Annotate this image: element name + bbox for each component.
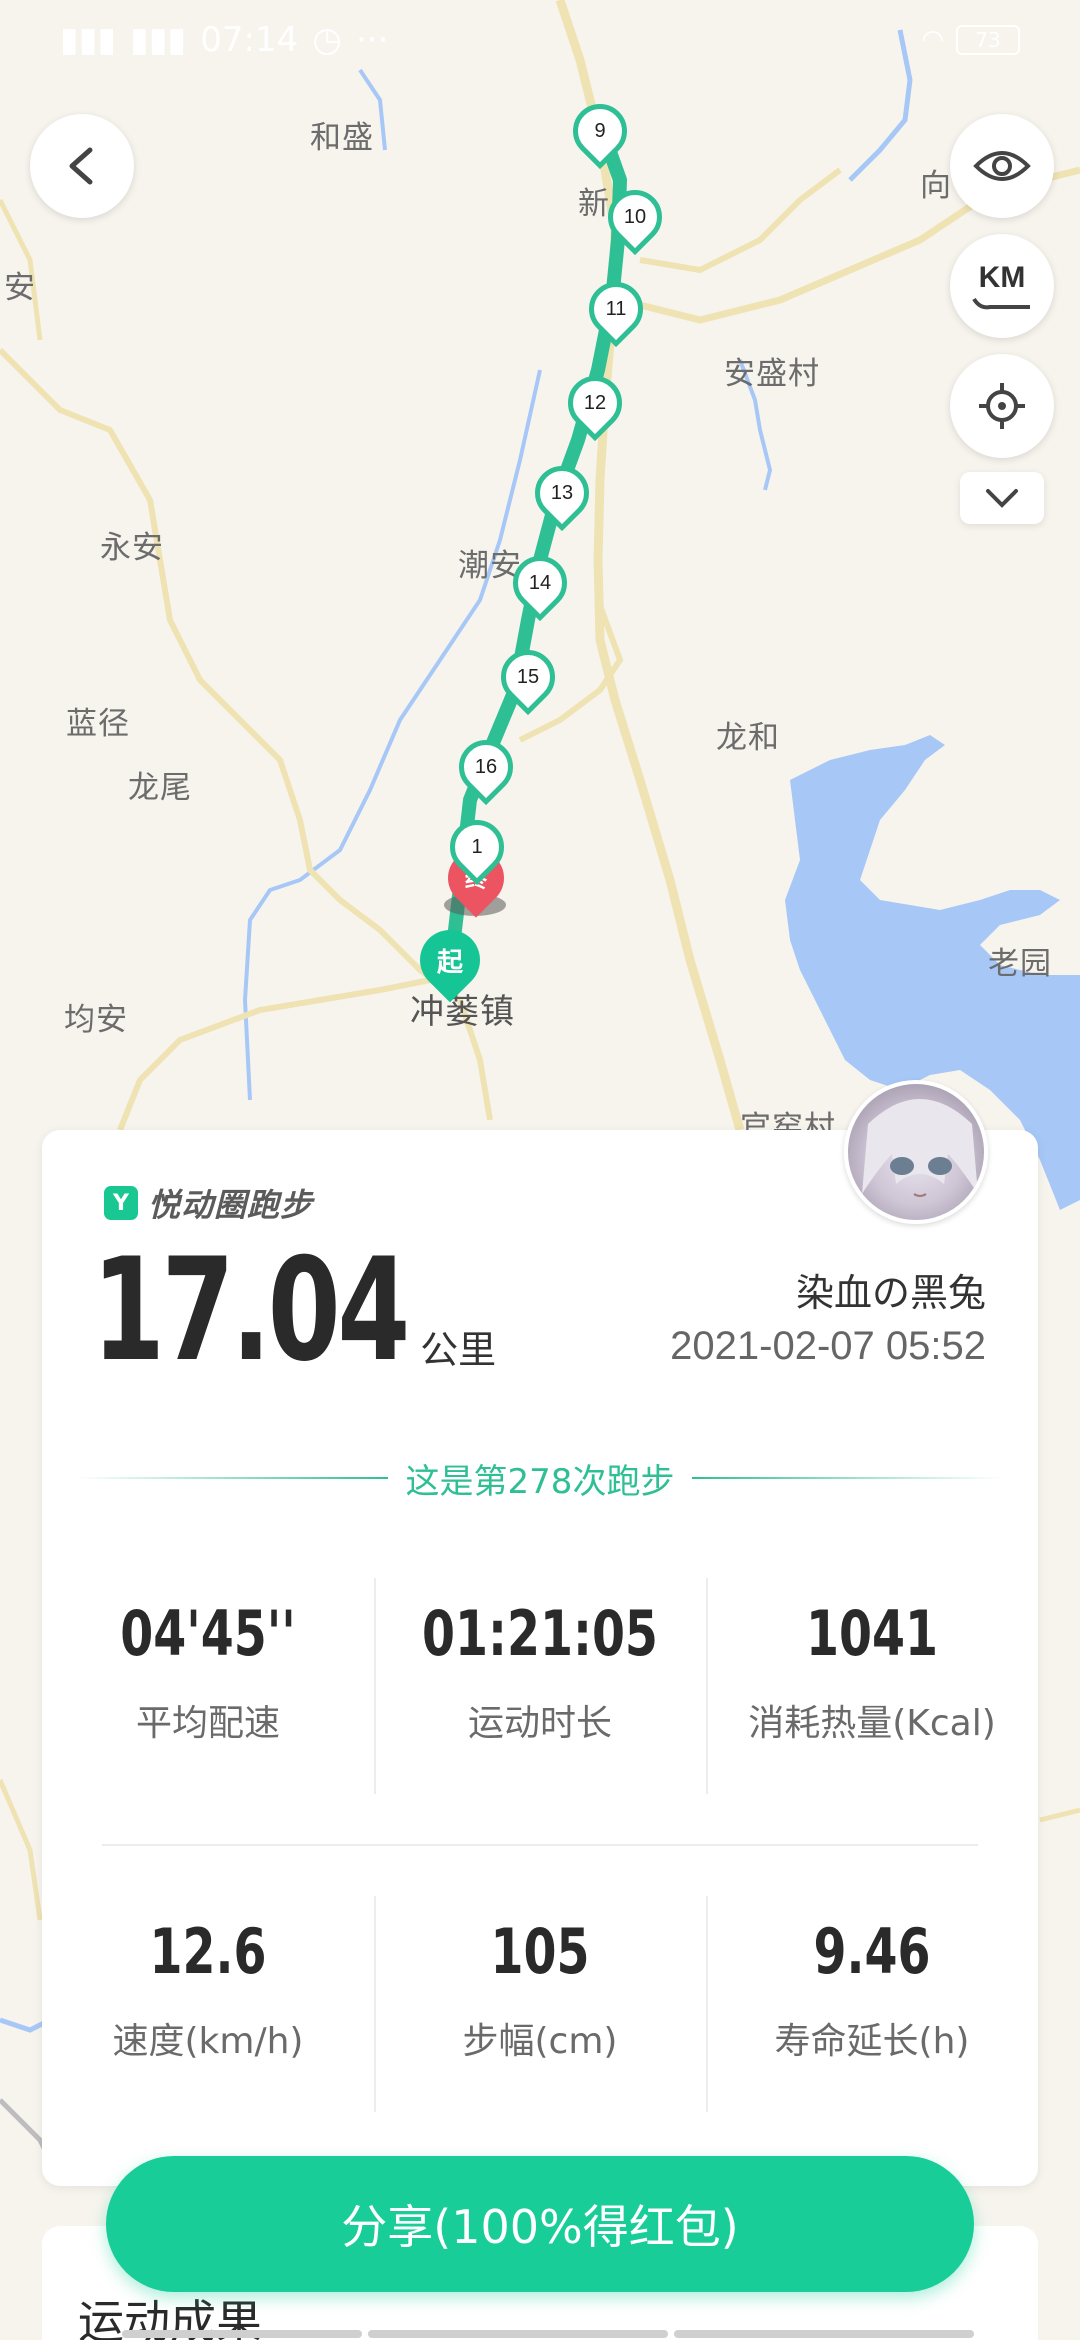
status-time: 07:14 [200,20,299,60]
stat-value: 105 [490,1914,590,1988]
divider-right [692,1477,1003,1479]
route-marker[interactable]: 9 [561,92,639,170]
locate-button[interactable] [950,354,1054,458]
wifi-icon: ◠ [921,25,944,55]
stat-speed: 12.6 速度(km/h) [42,1896,374,2112]
stat-calories: 1041 消耗热量(Kcal) [706,1578,1038,1794]
run-count-row: 这是第278次跑步 [42,1448,1038,1508]
stat-label: 运动时长 [467,1703,612,1744]
results-tab-strip [122,2330,1002,2338]
collapse-button[interactable] [960,472,1044,524]
stat-value: 12.6 [149,1914,267,1988]
stats-row-2: 12.6 速度(km/h) 105 步幅(cm) 9.46 寿命延长(h) [42,1896,1038,2112]
share-button[interactable]: 分享(100%得红包) [106,2156,974,2292]
place-label: 永安 [100,530,164,566]
place-label: 和盛 [310,120,374,156]
stat-value: 1041 [806,1596,938,1670]
battery-level: 73 [975,28,1001,52]
signal-icon-2: ▮▮▮ [130,20,187,60]
route-marker[interactable]: 12 [556,364,634,442]
route-marker[interactable]: 15 [489,638,567,716]
battery-icon: 73 [956,25,1020,55]
stats-divider [102,1844,978,1846]
run-date: 2021-02-07 05:52 [670,1324,986,1368]
route-marker[interactable]: 11 [577,270,655,348]
signal-icon: ▮▮▮ [60,20,117,60]
distance: 17.04 公里 [92,1240,496,1382]
eye-icon [973,151,1031,181]
more-icon: ··· [355,20,389,60]
place-label: 新 [578,186,610,222]
place-label: 蓝径 [66,706,130,742]
km-label: KM [978,261,1026,294]
route-marker[interactable]: 13 [523,454,601,532]
avatar-image [862,1099,978,1197]
route-marker[interactable]: 16 [447,728,525,806]
place-label: 龙尾 [128,770,192,806]
place-label: 向 [920,168,952,204]
brand: Y 悦动圈跑步 [104,1180,313,1226]
run-count-text: 这是第278次跑步 [405,1461,675,1502]
back-button[interactable] [30,114,134,218]
stat-duration: 01:21:05 运动时长 [374,1578,706,1794]
status-bar: ▮▮▮ ▮▮▮ 07:14 ◷ ··· ◠ 73 [0,0,1080,80]
stat-avg-pace: 04'45'' 平均配速 [42,1578,374,1794]
place-label: 安 [4,270,36,306]
brand-logo-icon: Y [104,1186,138,1220]
place-label: 老园 [988,946,1052,982]
stat-label: 平均配速 [135,1703,280,1744]
start-marker[interactable]: 起 [407,917,493,1003]
tab-indicator[interactable] [674,2330,974,2338]
tab-indicator[interactable] [368,2330,668,2338]
stat-value: 9.46 [813,1914,931,1988]
stat-value: 04'45'' [120,1596,296,1670]
place-label: 均安 [64,1002,128,1038]
back-arrow-icon [69,147,93,185]
km-ruler-icon [972,297,1030,310]
stat-stride: 105 步幅(cm) [374,1896,706,2112]
km-marker-button[interactable]: KM [950,234,1054,338]
avatar[interactable] [844,1080,988,1224]
alarm-icon: ◷ [312,20,342,60]
stat-label: 消耗热量(Kcal) [748,1703,996,1744]
place-label: 安盛村 [724,356,820,392]
stat-label: 步幅(cm) [462,2021,618,2062]
stat-life-extension: 9.46 寿命延长(h) [706,1896,1038,2112]
route-marker[interactable]: 1 [438,808,516,886]
stat-label: 速度(km/h) [112,2021,304,2062]
visibility-button[interactable] [950,114,1054,218]
crosshair-icon [979,383,1025,429]
divider-left [77,1477,388,1479]
route-marker[interactable]: 14 [501,544,579,622]
distance-unit: 公里 [420,1328,497,1372]
distance-value: 17.04 [92,1228,410,1393]
stats-row-1: 04'45'' 平均配速 01:21:05 运动时长 1041 消耗热量(Kca… [42,1578,1038,1794]
brand-name: 悦动圈跑步 [148,1186,314,1224]
run-summary-card: Y 悦动圈跑步 17.04 公里 染血の黑兔 2021-02-07 05:52 … [42,1080,1038,2186]
chevron-down-icon [986,489,1018,508]
tab-indicator[interactable] [122,2330,362,2338]
stat-value: 01:21:05 [422,1596,658,1670]
place-label: 龙和 [716,720,780,756]
user-name: 染血の黑兔 [795,1271,986,1315]
route-marker[interactable]: 10 [596,178,674,256]
stat-label: 寿命延长(h) [774,2021,970,2062]
